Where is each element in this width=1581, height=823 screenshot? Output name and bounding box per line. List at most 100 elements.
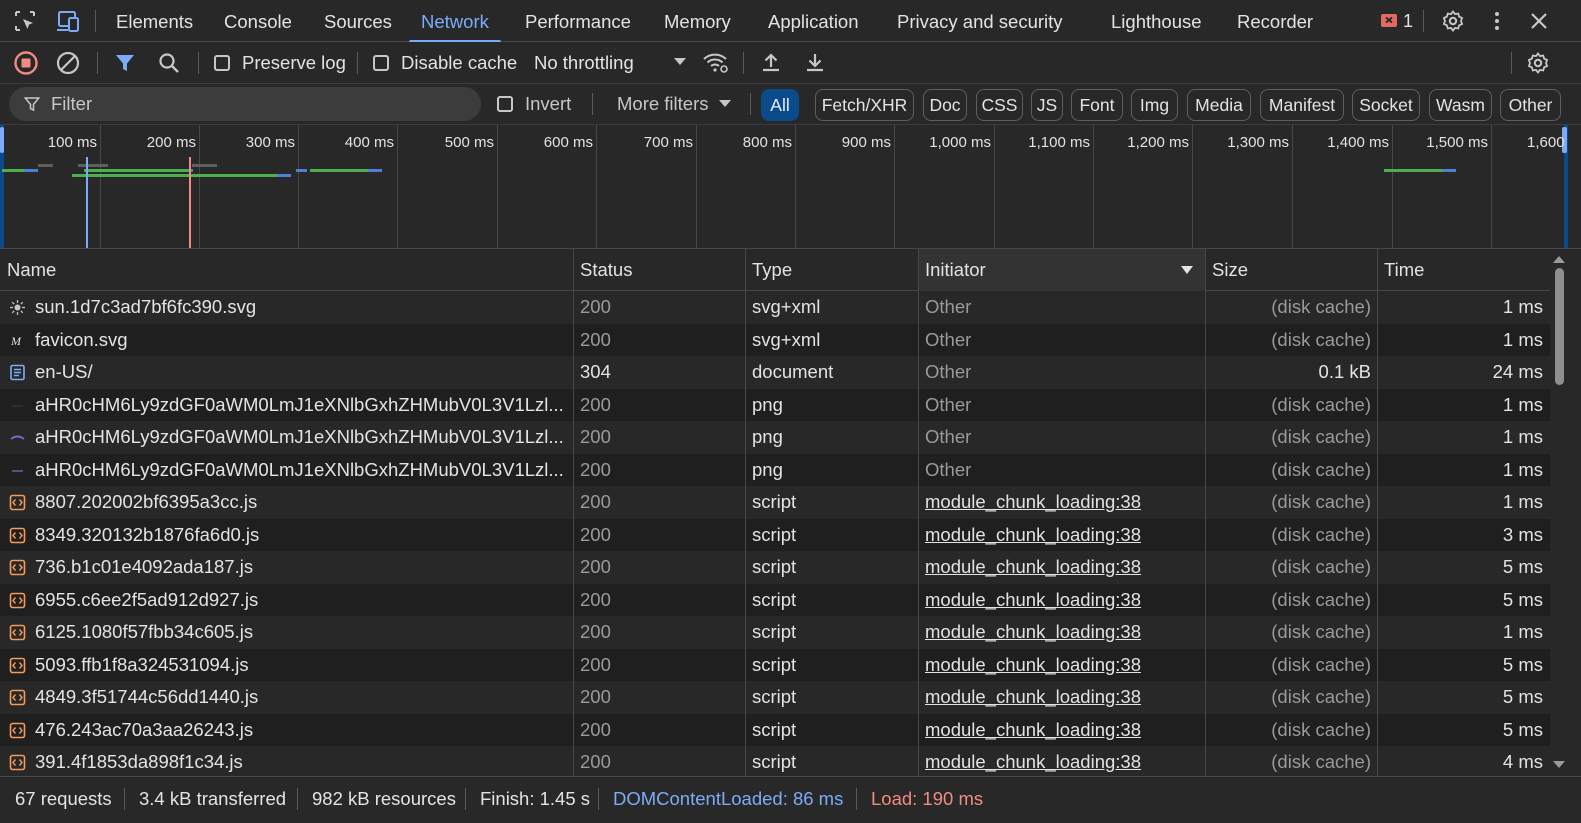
chip-wasm[interactable]: Wasm	[1429, 89, 1492, 121]
request-initiator-link[interactable]: module_chunk_loading:38	[925, 519, 1200, 552]
request-name: 4849.3f51744c56dd1440.js	[35, 686, 259, 707]
chip-font[interactable]: Font	[1071, 89, 1123, 121]
request-initiator-link[interactable]: module_chunk_loading:38	[925, 486, 1200, 519]
overview-tick-label: 1,300 ms	[1227, 134, 1289, 151]
issues-counter[interactable]: 1	[1380, 9, 1413, 33]
table-row[interactable]: 391.4f1853da898f1c34.js 200 script modul…	[0, 746, 1550, 776]
table-row[interactable]: 736.b1c01e4092ada187.js 200 script modul…	[0, 551, 1550, 584]
divider	[743, 52, 744, 74]
table-row[interactable]: M favicon.svg 200 svg+xml Other (disk ca…	[0, 323, 1550, 356]
checkbox-box[interactable]	[373, 55, 389, 71]
filter-input[interactable]	[51, 93, 451, 115]
request-initiator-link[interactable]: module_chunk_loading:38	[925, 681, 1200, 714]
chip-media[interactable]: Media	[1187, 89, 1251, 121]
column-header-name[interactable]: Name	[0, 249, 573, 291]
tab-sources[interactable]: Sources	[324, 0, 392, 42]
chip-doc[interactable]: Doc	[923, 89, 967, 121]
scroll-up-arrow-icon[interactable]	[1553, 255, 1565, 263]
table-row[interactable]: sun.1d7c3ad7bf6fc390.svg 200 svg+xml Oth…	[0, 291, 1550, 324]
table-row[interactable]: aHR0cHM6Ly9zdGF0aWM0LmJ1eXNlbGxhZHMubV0L…	[0, 453, 1550, 486]
column-divider[interactable]	[918, 249, 919, 776]
device-toolbar-icon[interactable]	[55, 9, 81, 33]
scroll-down-arrow-icon[interactable]	[1553, 761, 1565, 769]
filter-field[interactable]	[9, 87, 481, 121]
settings-gear-icon[interactable]	[1440, 9, 1466, 33]
request-initiator-link[interactable]: module_chunk_loading:38	[925, 746, 1200, 776]
table-row[interactable]: 476.243ac70a3aa26243.js 200 script modul…	[0, 713, 1550, 747]
request-time: 1 ms	[1502, 426, 1543, 447]
tab-privacy-and-security[interactable]: Privacy and security	[897, 0, 1063, 42]
clear-button[interactable]	[55, 42, 81, 84]
invert-checkbox[interactable]: Invert	[497, 84, 571, 124]
tab-performance[interactable]: Performance	[525, 0, 631, 42]
request-initiator-link[interactable]: module_chunk_loading:38	[925, 551, 1200, 584]
network-conditions-button[interactable]	[702, 42, 730, 84]
tab-elements[interactable]: Elements	[116, 0, 193, 42]
close-icon[interactable]	[1526, 9, 1552, 33]
column-divider[interactable]	[1205, 249, 1206, 776]
column-divider[interactable]	[745, 249, 746, 776]
chip-all[interactable]: All	[761, 89, 799, 121]
chip-css[interactable]: CSS	[976, 89, 1023, 121]
chip-img[interactable]: Img	[1131, 89, 1178, 121]
request-status: 304	[580, 361, 611, 382]
tab-network[interactable]: Network	[409, 0, 501, 43]
checkbox-box[interactable]	[214, 55, 230, 71]
network-settings-button[interactable]	[1526, 42, 1550, 84]
stop-recording-button[interactable]	[13, 42, 39, 84]
throttling-select[interactable]: No throttling	[534, 42, 686, 84]
column-divider[interactable]	[573, 249, 574, 776]
import-har-button[interactable]	[759, 42, 783, 84]
column-header-type[interactable]: Type	[745, 249, 918, 291]
column-header-size[interactable]: Size	[1205, 249, 1377, 291]
overview-gridline	[894, 125, 895, 248]
table-row[interactable]: 6125.1080f57fbb34c605.js 200 script modu…	[0, 616, 1550, 649]
overview-left-grip[interactable]	[0, 127, 4, 153]
table-row[interactable]: 5093.ffb1f8a324531094.js 200 script modu…	[0, 648, 1550, 682]
chip-fetch-xhr[interactable]: Fetch/XHR	[815, 89, 914, 121]
request-type: svg+xml	[752, 296, 821, 317]
tab-console[interactable]: Console	[224, 0, 292, 42]
tab-recorder[interactable]: Recorder	[1237, 0, 1313, 42]
tab-lighthouse[interactable]: Lighthouse	[1111, 0, 1202, 42]
column-divider[interactable]	[1377, 249, 1378, 776]
request-initiator-link[interactable]: module_chunk_loading:38	[925, 616, 1200, 649]
column-header-initiator[interactable]: Initiator	[918, 249, 1205, 291]
table-row[interactable]: aHR0cHM6Ly9zdGF0aWM0LmJ1eXNlbGxhZHMubV0L…	[0, 421, 1550, 454]
disable-cache-checkbox[interactable]: Disable cache	[373, 42, 517, 84]
tab-memory[interactable]: Memory	[664, 0, 731, 42]
chip-js[interactable]: JS	[1031, 89, 1063, 121]
tab-application[interactable]: Application	[768, 0, 859, 42]
overview-gridline	[795, 125, 796, 248]
request-time: 5 ms	[1502, 686, 1543, 707]
table-row[interactable]: 6955.c6ee2f5ad912d927.js 200 script modu…	[0, 583, 1550, 617]
request-name: 5093.ffb1f8a324531094.js	[35, 653, 249, 675]
table-row[interactable]: aHR0cHM6Ly9zdGF0aWM0LmJ1eXNlbGxhZHMubV0L…	[0, 388, 1550, 421]
more-options-icon[interactable]	[1484, 9, 1510, 33]
overview-request-bar	[78, 164, 108, 167]
chip-manifest[interactable]: Manifest	[1260, 89, 1344, 121]
preserve-log-checkbox[interactable]: Preserve log	[214, 42, 346, 84]
request-initiator-link[interactable]: module_chunk_loading:38	[925, 649, 1200, 682]
network-summary-bar: 67 requests 3.4 kB transferred 982 kB re…	[0, 776, 1581, 823]
filter-toggle-button[interactable]	[113, 42, 137, 84]
inspect-element-icon[interactable]	[12, 9, 38, 33]
chip-other[interactable]: Other	[1500, 89, 1561, 121]
table-row[interactable]: en-US/ 304 document Other 0.1 kB 24 ms	[0, 356, 1550, 389]
table-row[interactable]: 8349.320132b1876fa6d0.js 200 script modu…	[0, 518, 1550, 552]
table-row[interactable]: 4849.3f51744c56dd1440.js 200 script modu…	[0, 681, 1550, 714]
request-name: 8807.202002bf6395a3cc.js	[35, 491, 258, 512]
column-header-status[interactable]: Status	[573, 249, 745, 291]
table-row[interactable]: 8807.202002bf6395a3cc.js 200 script modu…	[0, 486, 1550, 519]
export-har-button[interactable]	[803, 42, 827, 84]
chip-socket[interactable]: Socket	[1352, 89, 1420, 121]
scrollbar-thumb[interactable]	[1555, 268, 1564, 385]
more-filters-dropdown[interactable]: More filters	[617, 84, 731, 124]
request-initiator-link[interactable]: module_chunk_loading:38	[925, 714, 1200, 747]
column-header-time[interactable]: Time	[1377, 249, 1550, 291]
request-initiator-link[interactable]: module_chunk_loading:38	[925, 584, 1200, 617]
request-size: (disk cache)	[1271, 556, 1371, 577]
checkbox-box[interactable]	[497, 96, 513, 112]
network-overview-timeline[interactable]: 100 ms 200 ms 300 ms 400 ms 500 ms 600 m…	[0, 124, 1581, 249]
search-button[interactable]	[157, 42, 181, 84]
